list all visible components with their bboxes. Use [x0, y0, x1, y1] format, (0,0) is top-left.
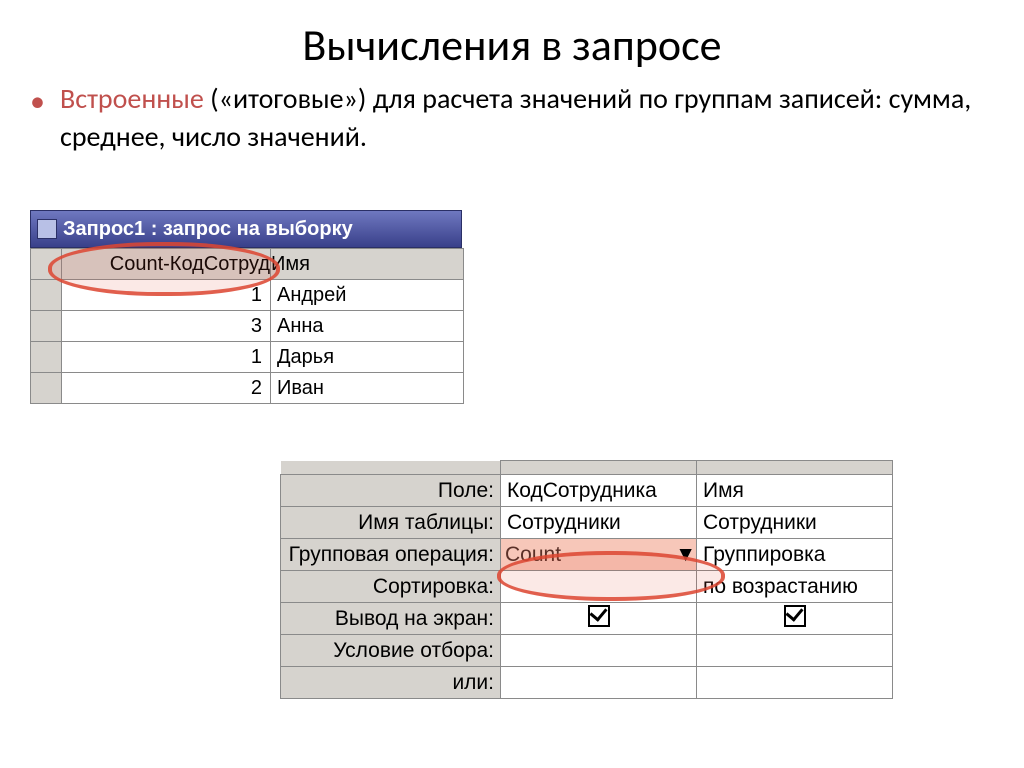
design-cell-or[interactable]	[697, 667, 893, 699]
table-row[interactable]: 3 Анна	[31, 311, 464, 342]
bullet-lead: Встроенные	[60, 81, 204, 116]
design-cell-criteria[interactable]	[501, 635, 697, 667]
row-selector[interactable]	[31, 373, 62, 404]
cell-count: 1	[62, 280, 271, 311]
row-label-show: Вывод на экран:	[281, 603, 501, 635]
dropdown-value: Count	[501, 543, 561, 567]
row-label-groupop: Групповая операция:	[281, 539, 501, 571]
design-cell-show[interactable]	[697, 603, 893, 635]
row-selector[interactable]	[31, 311, 62, 342]
row-label-table: Имя таблицы:	[281, 507, 501, 539]
column-selector[interactable]	[697, 461, 893, 475]
checkbox-checked-icon[interactable]	[588, 605, 610, 627]
row-label-criteria: Условие отбора:	[281, 635, 501, 667]
column-header-name[interactable]: Имя	[271, 249, 464, 280]
checkbox-checked-icon[interactable]	[784, 605, 806, 627]
cell-name: Иван	[271, 373, 464, 404]
result-grid: Count-КодСотруд Имя 1 Андрей 3 Анна 1 Да…	[30, 248, 464, 404]
cell-name: Дарья	[271, 342, 464, 373]
column-header-count[interactable]: Count-КодСотруд	[62, 249, 271, 280]
cell-name: Анна	[271, 311, 464, 342]
table-row[interactable]: 1 Андрей	[31, 280, 464, 311]
column-selector-row	[281, 461, 893, 475]
design-cell-sort[interactable]	[501, 571, 697, 603]
column-selector[interactable]	[501, 461, 697, 475]
slide-title: Вычисления в запросе	[0, 0, 1024, 80]
row-label-or: или:	[281, 667, 501, 699]
cell-name: Андрей	[271, 280, 464, 311]
row-selector[interactable]	[31, 342, 62, 373]
row-label-field: Поле:	[281, 475, 501, 507]
chevron-down-icon[interactable]: ▼	[675, 543, 696, 567]
design-cell-field[interactable]: Имя	[697, 475, 893, 507]
cell-count: 1	[62, 342, 271, 373]
row-label-sort: Сортировка:	[281, 571, 501, 603]
query-design-grid: Поле: КодСотрудника Имя Имя таблицы: Сот…	[280, 460, 893, 699]
design-cell-table[interactable]: Сотрудники	[501, 507, 697, 539]
design-cell-or[interactable]	[501, 667, 697, 699]
design-cell-criteria[interactable]	[697, 635, 893, 667]
window-title-text: Запрос1 : запрос на выборку	[63, 218, 353, 241]
cell-count: 3	[62, 311, 271, 342]
design-cell-groupop-dropdown[interactable]: Count ▼	[501, 539, 697, 571]
row-selector-header[interactable]	[31, 249, 62, 280]
window-icon	[37, 219, 57, 239]
cell-count: 2	[62, 373, 271, 404]
design-cell-sort[interactable]: по возрастанию	[697, 571, 893, 603]
design-cell-field[interactable]: КодСотрудника	[501, 475, 697, 507]
design-cell-show[interactable]	[501, 603, 697, 635]
row-selector[interactable]	[31, 280, 62, 311]
window-titlebar: Запрос1 : запрос на выборку	[30, 210, 462, 248]
bullet-text: Встроенные («итоговые») для расчета знач…	[0, 80, 1024, 180]
design-cell-table[interactable]: Сотрудники	[697, 507, 893, 539]
table-row[interactable]: 2 Иван	[31, 373, 464, 404]
design-cell-groupop[interactable]: Группировка	[697, 539, 893, 571]
table-row[interactable]: 1 Дарья	[31, 342, 464, 373]
query-result-window: Запрос1 : запрос на выборку Count-КодСот…	[30, 210, 464, 404]
